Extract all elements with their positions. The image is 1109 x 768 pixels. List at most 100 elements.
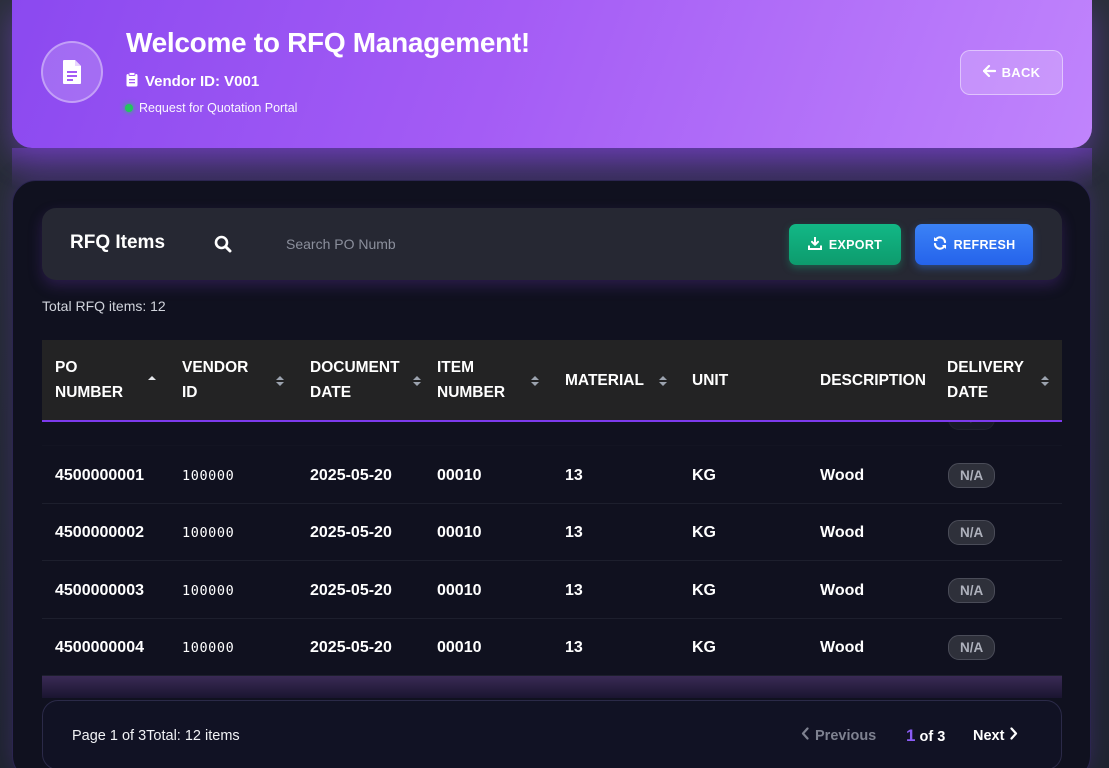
- current-page-number: 1: [906, 726, 916, 745]
- header-banner: Welcome to RFQ Management! Vendor ID: V0…: [12, 0, 1092, 148]
- previous-label: Previous: [815, 727, 877, 744]
- portal-subtitle: Request for Quotation Portal: [125, 101, 297, 115]
- total-items-count: Total RFQ items: 12: [42, 298, 166, 314]
- cell-vendor-id: 100000: [182, 582, 235, 599]
- cell-description: Wood: [820, 466, 865, 484]
- cell-unit: KG: [692, 466, 716, 484]
- status-dot-icon: [125, 104, 133, 112]
- column-header-label: NUMBER: [437, 384, 506, 401]
- back-button[interactable]: BACK: [960, 50, 1063, 95]
- sort-icon: [658, 372, 668, 388]
- sort-icon: [412, 372, 422, 388]
- column-header-label: MATERIAL: [565, 371, 644, 389]
- cell-item-number: 00010: [437, 638, 482, 656]
- cell-description: Wood: [820, 523, 865, 541]
- cell-material: 13: [565, 466, 583, 484]
- column-header-label: ITEM: [437, 359, 475, 376]
- table-row[interactable]: 4500000003 100000 2025-05-20 00010 13 KG…: [42, 562, 1062, 619]
- column-header-material[interactable]: MATERIAL: [565, 340, 683, 420]
- page-indicator: 1 of 3: [906, 726, 945, 746]
- previous-page-button[interactable]: Previous: [801, 727, 876, 744]
- column-header-delivery-date[interactable]: DELIVERY DATE: [947, 340, 1057, 420]
- table-scroll-edge: [42, 676, 1062, 698]
- cell-delivery-date: N/A: [948, 562, 996, 619]
- cell-unit: KG: [692, 638, 716, 656]
- cell-material: 13: [565, 638, 583, 656]
- cell-vendor-id: 100000: [182, 639, 235, 656]
- cell-document-date: 2025-05-20: [310, 638, 392, 656]
- column-header-item-number[interactable]: ITEM NUMBER: [437, 340, 555, 420]
- portal-subtitle-text: Request for Quotation Portal: [139, 101, 298, 115]
- arrow-left-icon: [982, 64, 996, 80]
- cell-item-number: 00010: [437, 523, 482, 541]
- cell-delivery-date: N/A: [948, 619, 996, 676]
- column-header-description: DESCRIPTION: [820, 340, 938, 420]
- chevron-right-icon: [1010, 727, 1018, 744]
- sort-asc-icon: [147, 372, 157, 388]
- cell-document-date: 2025-05-20: [310, 523, 392, 541]
- status-badge: N/A: [948, 520, 996, 545]
- document-icon: [41, 41, 103, 103]
- cell-vendor-id: 100000: [182, 467, 235, 484]
- refresh-icon: [933, 236, 947, 253]
- sort-icon: [1040, 372, 1050, 388]
- cell-po-number: 4500000001: [55, 466, 144, 484]
- column-header-label: DATE: [310, 384, 352, 401]
- page-title: Welcome to RFQ Management!: [126, 27, 530, 58]
- cell-document-date: 2025-05-20: [310, 466, 392, 484]
- column-header-vendor-id[interactable]: VENDOR ID: [182, 340, 300, 420]
- cell-po-number: 4500000003: [55, 581, 144, 599]
- column-header-po-number[interactable]: PO NUMBER: [55, 340, 175, 420]
- next-page-button[interactable]: Next: [973, 727, 1018, 744]
- status-badge: N/A: [948, 463, 996, 488]
- next-label: Next: [973, 727, 1005, 744]
- refresh-button[interactable]: REFRESH: [915, 224, 1033, 265]
- page-total: of 3: [919, 729, 946, 745]
- cell-unit: KG: [692, 581, 716, 599]
- cell-vendor-id: 100000: [182, 524, 235, 541]
- cell-document-date: 2025-05-20: [310, 581, 392, 599]
- column-header-label: DATE: [947, 384, 989, 401]
- search-input[interactable]: [286, 232, 396, 256]
- vendor-id-text: Vendor ID: V001: [145, 73, 260, 90]
- column-header-document-date[interactable]: DOCUMENT DATE: [310, 340, 430, 420]
- column-header-label: VENDOR: [182, 359, 249, 376]
- cell-material: 13: [565, 523, 583, 541]
- sort-icon: [275, 372, 285, 388]
- cell-description: Wood: [820, 581, 865, 599]
- cell-description: Wood: [820, 638, 865, 656]
- clipboard-icon: [126, 72, 138, 91]
- column-header-label: NUMBER: [55, 384, 124, 401]
- column-header-label: UNIT: [692, 371, 729, 389]
- vendor-id: Vendor ID: V001: [126, 72, 259, 91]
- cell-po-number: 4500000004: [55, 638, 144, 656]
- back-button-label: BACK: [1001, 65, 1041, 80]
- cell-material: 13: [565, 581, 583, 599]
- column-header-label: DELIVERY: [947, 359, 1024, 376]
- column-header-label: PO: [55, 359, 78, 376]
- pagination-bar: Page 1 of 3Total: 12 items Previous 1 of…: [42, 700, 1062, 768]
- rfq-table: PO NUMBER VENDOR ID DOCUMENT DATE ITEM NUMBE…: [42, 340, 1062, 680]
- pagination-info: Page 1 of 3Total: 12 items: [72, 728, 240, 744]
- cell-item-number: 00010: [437, 581, 482, 599]
- chevron-left-icon: [801, 727, 809, 744]
- column-header-label: DESCRIPTION: [820, 371, 926, 389]
- cell-delivery-date: N/A: [948, 447, 996, 504]
- export-button[interactable]: EXPORT: [789, 224, 901, 265]
- table-header: PO NUMBER VENDOR ID DOCUMENT DATE ITEM NUMBE…: [42, 340, 1062, 422]
- download-icon: [807, 236, 822, 253]
- cell-unit: KG: [692, 523, 716, 541]
- status-badge: N/A: [948, 635, 996, 660]
- sort-icon: [530, 372, 540, 388]
- table-toolbar: RFQ Items EXPORT REFRESH: [42, 208, 1062, 280]
- column-header-unit: UNIT: [692, 340, 810, 420]
- table-row[interactable]: 4500000004 100000 2025-05-20 00010 13 KG…: [42, 619, 1062, 676]
- table-row[interactable]: 4500000002 100000 2025-05-20 00010 13 KG…: [42, 504, 1062, 561]
- export-button-label: EXPORT: [828, 237, 883, 252]
- cell-delivery-date: N/A: [948, 504, 996, 561]
- refresh-button-label: REFRESH: [953, 237, 1016, 252]
- table-row[interactable]: 4500000001 100000 2025-05-20 00010 13 KG…: [42, 447, 1062, 504]
- search-icon: [214, 235, 232, 253]
- column-header-label: DOCUMENT: [310, 359, 400, 376]
- column-header-label: ID: [182, 384, 198, 401]
